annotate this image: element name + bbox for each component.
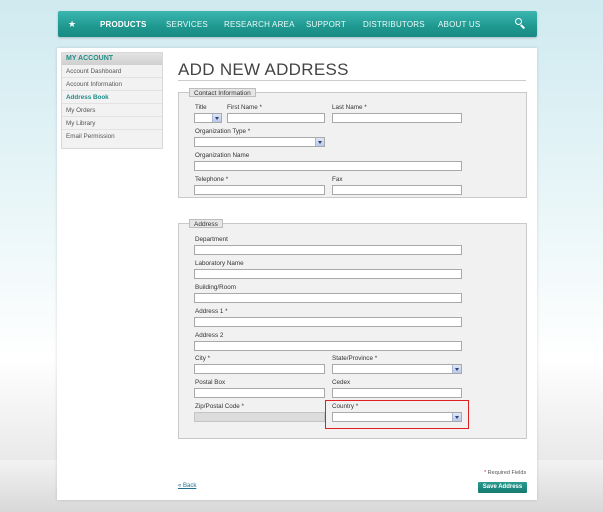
postal-box-label: Postal Box [195,379,226,386]
department-label: Department [195,236,228,243]
sidebar-item-email-permission[interactable]: Email Permission [62,130,162,143]
nav-item-support[interactable]: SUPPORT [306,20,346,29]
organization-name-label: Organization Name [195,152,250,159]
top-nav: ★ PRODUCTS SERVICES RESEARCH AREA SUPPOR… [58,11,537,37]
home-star-icon[interactable]: ★ [58,19,86,30]
chevron-down-icon [452,365,461,373]
first-name-field[interactable] [227,113,325,123]
city-label: City * [195,355,211,362]
last-name-label: Last Name * [332,104,367,111]
postal-box-field[interactable] [194,388,325,398]
nav-item-products[interactable]: PRODUCTS [100,20,147,29]
required-text: Required Fields [486,470,527,476]
cedex-field[interactable] [332,388,462,398]
building-room-label: Building/Room [195,284,236,291]
building-room-field[interactable] [194,293,462,303]
first-name-label: First Name * [227,104,262,111]
telephone-field[interactable] [194,185,325,195]
city-field[interactable] [194,364,325,374]
state-province-label: State/Province * [332,355,378,362]
organization-type-select[interactable] [194,137,325,147]
search-icon[interactable] [515,18,527,30]
department-field[interactable] [194,245,462,255]
title-divider [178,80,526,81]
chevron-down-icon [315,138,324,146]
organization-type-label: Organization Type * [195,128,251,135]
nav-item-about-us[interactable]: ABOUT US [438,20,480,29]
last-name-field[interactable] [332,113,462,123]
fax-field[interactable] [332,185,462,195]
sidebar-title: MY ACCOUNT [62,53,162,65]
address-1-field[interactable] [194,317,462,327]
nav-item-services[interactable]: SERVICES [166,20,208,29]
address-legend: Address [189,219,223,228]
laboratory-name-label: Laboratory Name [195,260,244,267]
fax-label: Fax [332,176,343,183]
state-province-select[interactable] [332,364,462,374]
organization-name-field[interactable] [194,161,462,171]
sidebar-item-my-orders[interactable]: My Orders [62,104,162,117]
required-fields-note: * Required Fields [484,470,526,476]
save-address-button[interactable]: Save Address [478,482,527,493]
title-select[interactable] [194,113,222,123]
address-2-label: Address 2 [195,332,224,339]
sidebar-item-account-information[interactable]: Account Information [62,78,162,91]
zip-postal-code-field[interactable] [194,412,325,422]
contact-information-legend: Contact Information [189,88,256,97]
nav-item-distributors[interactable]: DISTRIBUTORS [363,20,425,29]
page-title: ADD NEW ADDRESS [178,60,349,79]
title-label: Title [195,104,207,111]
zip-postal-code-label: Zip/Postal Code * [195,403,245,410]
country-highlight-box [325,400,469,429]
sidebar-item-address-book[interactable]: Address Book [62,91,162,104]
back-link[interactable]: « Back [178,483,196,489]
address-1-label: Address 1 * [195,308,228,315]
account-sidebar: MY ACCOUNT Account Dashboard Account Inf… [61,52,163,149]
chevron-down-icon [212,114,221,122]
nav-item-research-area[interactable]: RESEARCH AREA [224,20,295,29]
telephone-label: Telephone * [195,176,229,183]
address-2-field[interactable] [194,341,462,351]
cedex-label: Cedex [332,379,351,386]
sidebar-item-account-dashboard[interactable]: Account Dashboard [62,65,162,78]
sidebar-item-my-library[interactable]: My Library [62,117,162,130]
laboratory-name-field[interactable] [194,269,462,279]
